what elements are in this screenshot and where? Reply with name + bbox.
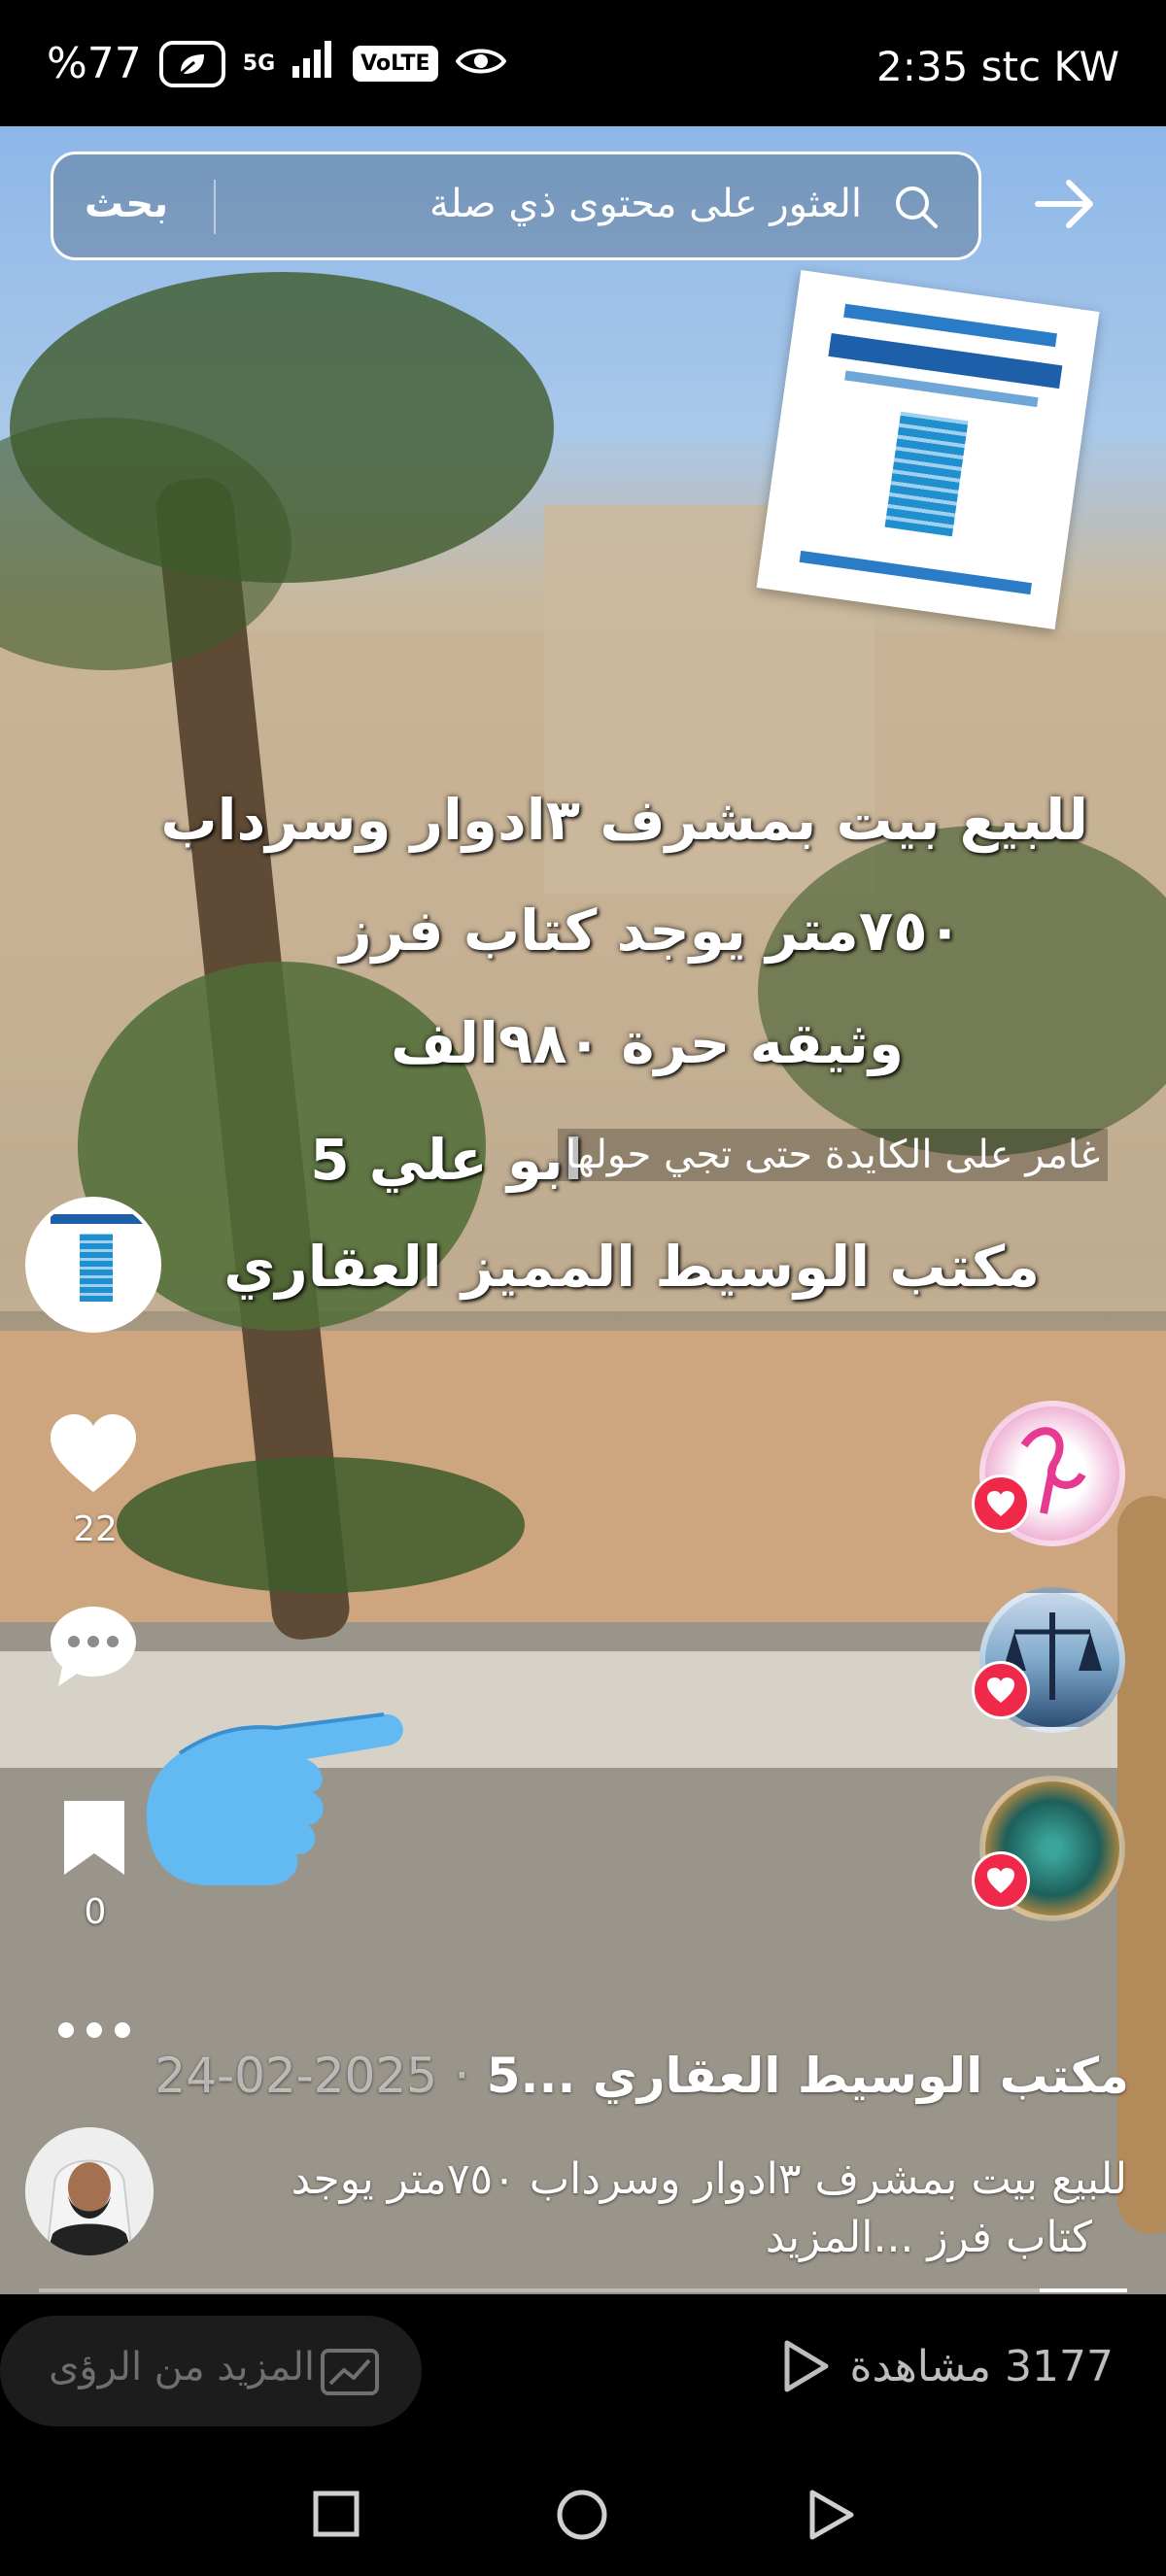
person-edge: [1117, 1496, 1166, 2234]
profile-logo-tower: [80, 1234, 113, 1302]
insights-label: المزيد من الرؤى: [49, 2345, 315, 2390]
battery-saver-icon: [158, 40, 225, 87]
caption-line-2[interactable]: كتاب فرز ...المزيد: [766, 2213, 1092, 2262]
user-avatar[interactable]: [25, 2127, 154, 2255]
pointing-hand-icon: [146, 1712, 403, 1885]
bookmark-icon[interactable]: [60, 1797, 128, 1879]
volte-badge: VoLTE: [353, 46, 438, 82]
search-input[interactable]: العثور على محتوى ذي صلة: [429, 182, 862, 226]
overlay-line-1: للبيع بيت بمشرف ٣ادوار وسرداب: [160, 787, 1088, 853]
overlay-line-5: مكتب الوسيط المميز العقاري: [223, 1234, 1040, 1300]
network-type: 5G: [242, 51, 276, 76]
home-icon[interactable]: [556, 2489, 608, 2541]
back-icon[interactable]: [806, 2489, 855, 2541]
overlay-line-3: وثيقه حرة ٩٨٠الف: [391, 1010, 904, 1076]
like-icon[interactable]: [47, 1410, 140, 1496]
eye-icon: [455, 39, 506, 88]
overlay-line-2: ٧٥٠متر يوجد كتاب فرز: [339, 898, 962, 964]
status-bar: %77 5G VoLTE 2:35 stc KW: [0, 0, 1166, 126]
office-flyer-image: [756, 270, 1100, 629]
signal-icon: [292, 39, 335, 88]
author-name[interactable]: مكتب الوسيط العقاري ...5: [487, 2048, 1129, 2104]
heart-badge-icon[interactable]: [972, 1474, 1030, 1533]
heart-badge-icon[interactable]: [972, 1661, 1030, 1719]
views-label: 3177 مشاهدة: [849, 2341, 1114, 2391]
play-icon: [784, 2340, 829, 2392]
search-bar[interactable]: بحث العثور على محتوى ذي صلة: [51, 152, 981, 260]
status-time-carrier: 2:35 stc KW: [875, 43, 1119, 90]
caption-line-1: للبيع بيت بمشرف ٣ادوار وسرداب ٧٥٠متر يوج…: [291, 2154, 1127, 2204]
flyer-footer: [799, 550, 1032, 595]
flyer-tower-logo: [884, 411, 969, 537]
heart-badge-icon[interactable]: [972, 1851, 1030, 1910]
insights-chart-icon: [321, 2349, 379, 2395]
separator: ·: [454, 2048, 470, 2104]
overlay-line-4: ابو علي 5: [310, 1127, 583, 1193]
status-left: %77 5G VoLTE: [47, 39, 506, 88]
search-button[interactable]: بحث: [85, 182, 168, 226]
more-insights-button[interactable]: المزيد من الرؤى: [0, 2316, 422, 2426]
like-count: 22: [73, 1509, 118, 1549]
back-arrow-icon[interactable]: [1030, 169, 1100, 239]
battery-percentage: %77: [47, 39, 142, 88]
comment-icon[interactable]: [47, 1603, 140, 1692]
avatar-photo: [25, 2127, 154, 2255]
profile-logo-header: [51, 1214, 144, 1224]
search-divider: [214, 180, 216, 234]
views-count[interactable]: 3177 مشاهدة: [781, 2339, 1114, 2393]
recents-icon[interactable]: [313, 2491, 360, 2537]
video-progress-fill: [1040, 2288, 1127, 2292]
post-author-line[interactable]: مكتب الوسيط العقاري ...5 · 2025-02-24: [154, 2048, 1129, 2104]
floating-comment: غامر على الكايدة حتى تجي حولها: [558, 1129, 1108, 1181]
profile-avatar[interactable]: [25, 1197, 161, 1333]
hedge: [117, 1457, 525, 1593]
video-progress-bar[interactable]: [39, 2288, 1127, 2292]
post-date: 2025-02-24: [154, 2048, 437, 2104]
system-navigation-bar: [0, 2448, 1166, 2576]
search-icon: [896, 186, 938, 228]
more-options-icon[interactable]: [56, 2020, 132, 2040]
